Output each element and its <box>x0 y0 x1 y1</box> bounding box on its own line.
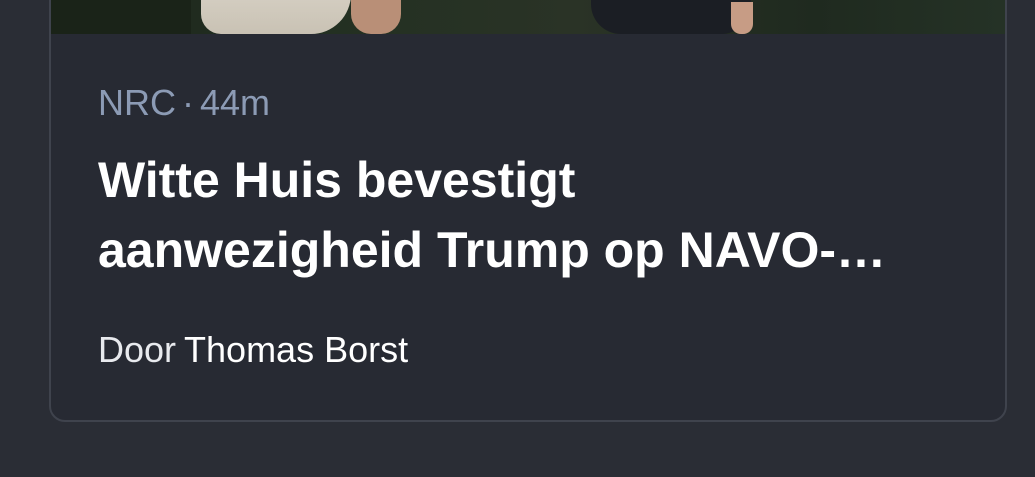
photo-background-foliage <box>51 0 191 34</box>
news-article-card[interactable]: NRC · 44m Witte Huis bevestigt aanwezighei… <box>49 0 1007 422</box>
meta-separator: · <box>182 82 194 123</box>
photo-figure-arm <box>351 0 401 34</box>
article-meta: NRC · 44m <box>98 82 270 124</box>
article-headline[interactable]: Witte Huis bevestigt aanwezigheid Trump … <box>98 145 978 285</box>
photo-figure-dark-suit <box>591 0 751 34</box>
article-thumbnail-image[interactable] <box>51 0 1005 34</box>
headline-line-1: Witte Huis bevestigt <box>98 152 576 208</box>
byline-prefix: Door <box>98 329 177 370</box>
headline-line-2: aanwezigheid Trump op NAVO-… <box>98 222 887 278</box>
article-age: 44m <box>200 82 271 123</box>
author-name: Thomas Borst <box>184 329 409 370</box>
photo-figure-light-clothing <box>201 0 351 34</box>
article-byline: Door Thomas Borst <box>98 329 408 371</box>
photo-figure-hand <box>731 2 753 34</box>
source-name: NRC <box>98 82 176 123</box>
